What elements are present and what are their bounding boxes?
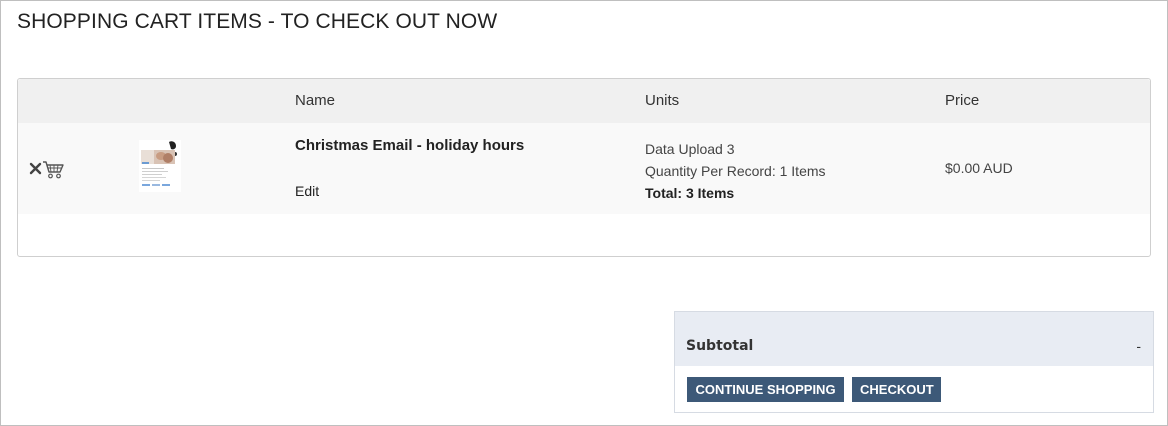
continue-shopping-button[interactable]: CONTINUE SHOPPING xyxy=(687,377,844,402)
checkout-button[interactable]: CHECKOUT xyxy=(852,377,941,402)
remove-from-cart-icon xyxy=(29,161,64,179)
item-price: $0.00 AUD xyxy=(945,160,1013,176)
remove-from-cart-button[interactable] xyxy=(29,158,69,180)
email-template-thumbnail xyxy=(139,140,181,192)
column-header-price: Price xyxy=(945,92,980,109)
edit-item-link[interactable]: Edit xyxy=(295,183,319,199)
page-title: SHOPPING CART ITEMS - TO CHECK OUT NOW xyxy=(17,10,498,33)
order-summary: Subtotal - CONTINUE SHOPPING CHECKOUT xyxy=(674,311,1154,413)
item-name: Christmas Email - holiday hours xyxy=(295,137,525,154)
subtotal-row: Subtotal - xyxy=(675,312,1153,366)
cart-item-row: Christmas Email - holiday hours Edit Dat… xyxy=(18,123,1150,214)
column-header-units: Units xyxy=(645,92,680,109)
cart-table: Name Units Price Christmas Email - holid… xyxy=(17,78,1151,257)
item-units: Data Upload 3 Quantity Per Record: 1 Ite… xyxy=(645,138,826,204)
page-frame: SHOPPING CART ITEMS - TO CHECK OUT NOW N… xyxy=(0,0,1168,426)
units-total-line: Total: 3 Items xyxy=(645,185,735,201)
units-quantity-line: Quantity Per Record: 1 Items xyxy=(645,163,826,179)
units-upload-line: Data Upload 3 xyxy=(645,141,735,157)
column-header-name: Name xyxy=(295,92,336,109)
subtotal-label: Subtotal xyxy=(686,338,754,354)
subtotal-value: - xyxy=(1136,338,1141,354)
cart-table-header: Name Units Price xyxy=(18,79,1150,123)
